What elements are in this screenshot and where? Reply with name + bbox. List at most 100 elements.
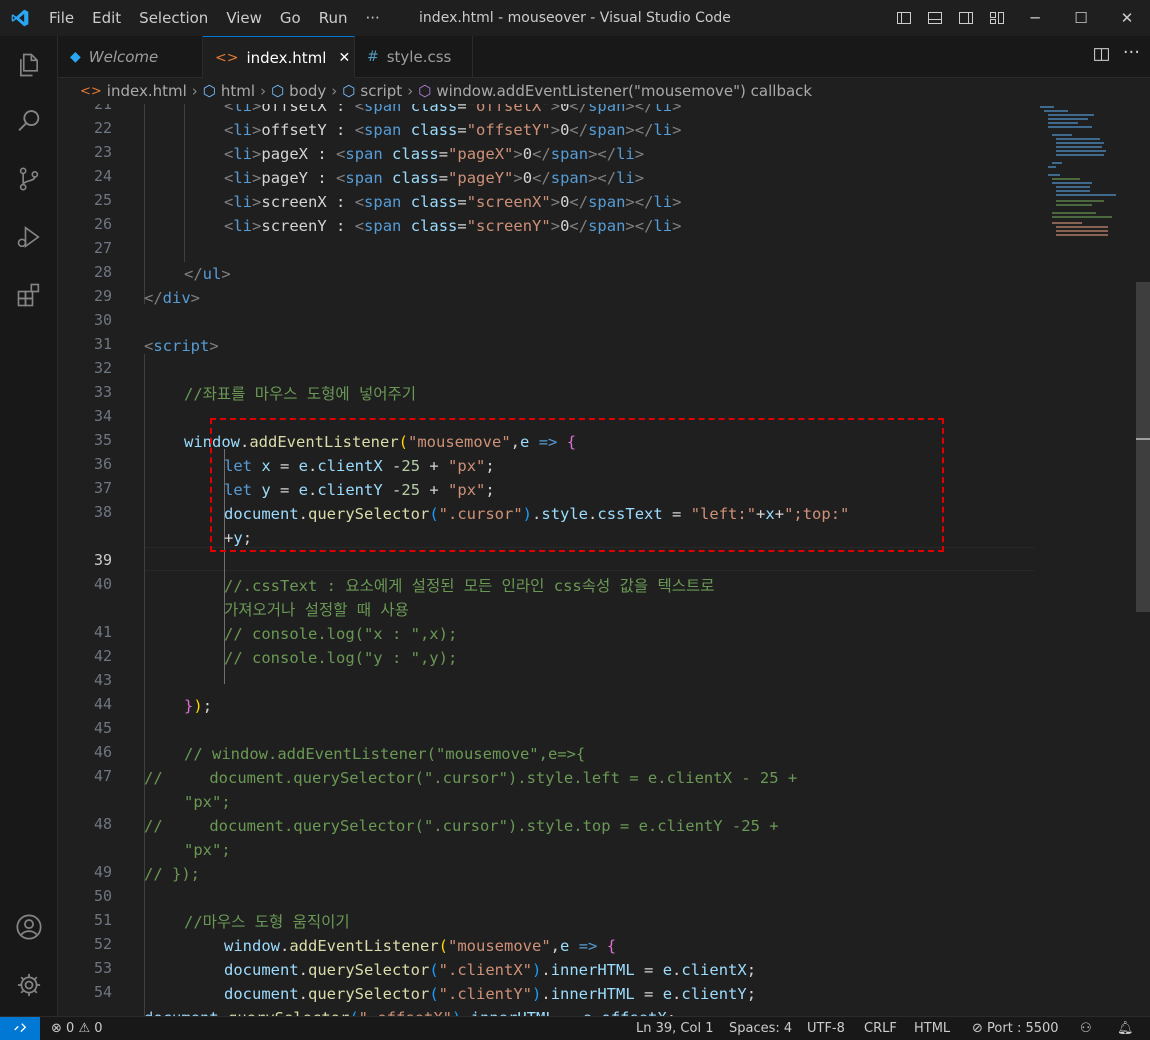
settings-gear-icon[interactable] [0, 956, 58, 1014]
code-token: li [653, 193, 673, 211]
scrollbar-thumb[interactable] [1136, 282, 1150, 612]
code-line[interactable]: <li>screenY : <span class="screenY">0</s… [224, 214, 681, 238]
notifications-bell-icon[interactable]: 🔔︎ [1117, 1017, 1134, 1040]
line-number: 49 [93, 863, 112, 881]
code-line[interactable]: window.addEventListener("mousemove",e =>… [224, 934, 616, 958]
minimap[interactable] [1038, 104, 1123, 244]
code-token: span [364, 193, 411, 211]
code-line[interactable]: //.cssText : 요소에게 설정된 모든 인라인 css속성 값을 텍스… [224, 574, 715, 598]
code-line[interactable]: //마우스 도형 움직이기 [184, 910, 350, 934]
customize-layout-icon[interactable] [981, 0, 1012, 36]
code-line[interactable]: </ul> [184, 262, 231, 286]
code-line[interactable]: "px"; [184, 790, 231, 814]
explorer-icon[interactable] [0, 36, 58, 94]
toggle-primary-sidebar-icon[interactable] [888, 0, 919, 36]
code-token: querySelector [228, 1009, 349, 1016]
line-number: 43 [93, 671, 112, 689]
breadcrumb-item[interactable]: body [289, 82, 326, 100]
code-token: "screenY" [466, 217, 551, 235]
tab-welcome[interactable]: ◆ Welcome [58, 36, 203, 78]
accounts-feedback-icon[interactable]: ⚇ [1080, 1017, 1092, 1040]
code-token: li [616, 169, 635, 187]
html-icon: <> [80, 83, 102, 99]
code-token: </ [569, 193, 589, 211]
code-token: = [457, 104, 467, 115]
run-debug-icon[interactable] [0, 208, 58, 266]
code-token: document [224, 985, 299, 1003]
accounts-icon[interactable] [0, 898, 58, 956]
minimize-icon[interactable]: ─ [1012, 0, 1058, 36]
search-icon[interactable] [0, 92, 58, 150]
code-token: offsetY : [261, 121, 355, 139]
code-editor[interactable]: 21 22 23 24 25 26 27 28 29 30 31 32 33 34 35 36 37 38 39 40… [58, 104, 1150, 1016]
code-line[interactable]: <li>screenX : <span class="screenX">0</s… [224, 190, 681, 214]
code-token: ></ [588, 169, 617, 187]
menu-file[interactable]: File [40, 0, 83, 36]
line-number: 36 [93, 455, 112, 473]
code-token: // window.addEventListener("mousemove",e… [184, 745, 586, 763]
code-token: div [162, 289, 191, 307]
problems-indicator[interactable]: ⊗ 0 ⚠ 0 [51, 1017, 103, 1040]
code-line[interactable]: // }); [144, 862, 200, 886]
breadcrumb-item[interactable]: script [360, 82, 402, 100]
menu-run[interactable]: Run [310, 0, 357, 36]
code-line[interactable]: //좌표를 마우스 도형에 넣어주기 [184, 382, 416, 406]
toggle-secondary-sidebar-icon[interactable] [950, 0, 981, 36]
encoding[interactable]: UTF-8 [807, 1017, 845, 1040]
code-token: ( [429, 985, 439, 1003]
code-token: . [541, 985, 551, 1003]
close-window-icon[interactable]: ✕ [1104, 0, 1150, 36]
split-editor-icon[interactable] [1093, 46, 1110, 67]
toggle-panel-icon[interactable] [919, 0, 950, 36]
line-ending[interactable]: CRLF [864, 1017, 897, 1040]
code-line[interactable]: // document.querySelector(".cursor").sty… [144, 766, 797, 790]
tab-index-html[interactable]: <> index.html ✕ [203, 36, 355, 78]
code-token: li [233, 145, 253, 163]
extensions-icon[interactable] [0, 266, 58, 324]
code-token: > [252, 169, 262, 187]
code-line[interactable]: document.querySelector(".clientX").inner… [224, 958, 756, 982]
breadcrumb-item[interactable]: index.html [107, 82, 187, 100]
code-line[interactable]: <li>offsetY : <span class="offsetY">0</s… [224, 118, 681, 142]
code-line[interactable]: "px"; [184, 838, 231, 862]
language-mode[interactable]: HTML [914, 1017, 950, 1040]
tab-style-css[interactable]: # style.css [355, 36, 473, 78]
line-number: 26 [93, 215, 112, 233]
menu-selection[interactable]: Selection [130, 0, 217, 36]
code-line[interactable]: <li>pageY : <span class="pageY">0</span>… [224, 166, 644, 190]
indentation[interactable]: Spaces: 4 [729, 1017, 792, 1040]
breadcrumb-item[interactable]: html [221, 82, 255, 100]
code-line[interactable]: // console.log("x : ",x); [224, 622, 457, 646]
menu-go[interactable]: Go [271, 0, 310, 36]
code-line[interactable]: <script> [144, 334, 219, 358]
menu-edit[interactable]: Edit [83, 0, 130, 36]
code-line[interactable]: // console.log("y : ",y); [224, 646, 457, 670]
maximize-icon[interactable]: ☐ [1058, 0, 1104, 36]
code-line[interactable]: document.querySelector(".offsetX").inner… [144, 1006, 676, 1016]
source-control-icon[interactable] [0, 150, 58, 208]
breadcrumb-item[interactable]: window.addEventListener("mousemove") cal… [436, 82, 812, 100]
code-line[interactable]: <li>pageX : <span class="pageX">0</span>… [224, 142, 644, 166]
code-line[interactable]: <li>offsetX : <span class="offsetX">0</s… [224, 104, 681, 118]
cursor-position[interactable]: Ln 39, Col 1 [636, 1017, 713, 1040]
more-actions-icon[interactable]: ··· [1123, 42, 1140, 63]
code-line[interactable]: // document.querySelector(".cursor").sty… [144, 814, 779, 838]
code-token: < [354, 193, 365, 211]
menu-view[interactable]: View [217, 0, 271, 36]
element-cube-icon: ⬡ [202, 82, 216, 100]
code-token: < [144, 337, 154, 355]
live-server-port[interactable]: ⊘ Port : 5500 [972, 1017, 1059, 1040]
menu-more[interactable]: ··· [357, 0, 389, 36]
code-line[interactable]: </div> [144, 286, 200, 310]
vertical-scrollbar[interactable] [1136, 104, 1150, 1016]
tab-close-icon[interactable]: ✕ [338, 50, 350, 66]
code-line[interactable]: document.querySelector(".clientY").inner… [224, 982, 756, 1006]
code-token: > [252, 145, 262, 163]
remote-indicator-icon[interactable] [0, 1017, 40, 1040]
code-token: ( [429, 961, 439, 979]
vscode-logo-icon [0, 0, 40, 36]
code-line[interactable]: }); [184, 694, 212, 718]
code-line[interactable]: // window.addEventListener("mousemove",e… [184, 742, 585, 766]
code-line[interactable]: 가져오거나 설정할 때 사용 [224, 598, 409, 622]
code-token: </ [184, 265, 203, 283]
